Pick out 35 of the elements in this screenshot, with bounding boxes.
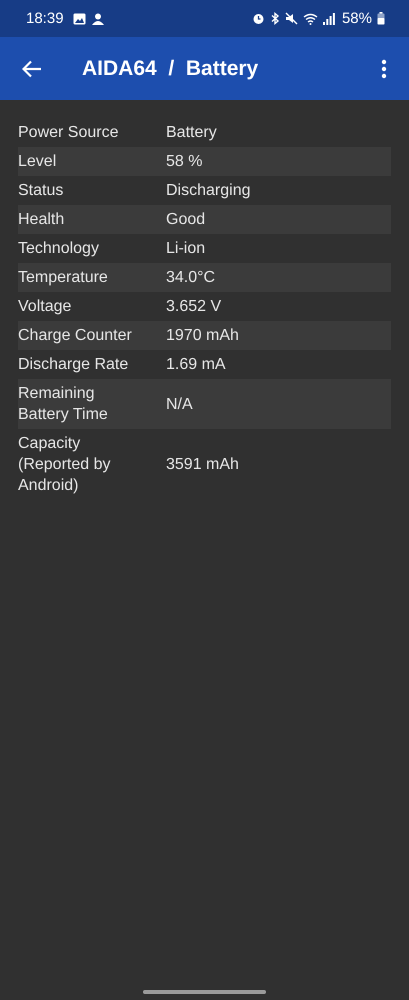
- image-icon: [72, 12, 86, 24]
- more-options-icon[interactable]: [381, 58, 387, 78]
- property-value: 58 %: [166, 152, 204, 172]
- property-value: 1970 mAh: [166, 326, 240, 346]
- property-label: Capacity (Reported by Android): [18, 434, 112, 496]
- property-label: Level: [18, 152, 58, 172]
- property-label: Status: [18, 181, 64, 201]
- battery-icon: [377, 12, 385, 25]
- clock-time: 18:39: [26, 10, 64, 27]
- property-label: Charge Counter: [18, 326, 133, 346]
- property-label: Remaining Battery Time: [18, 384, 109, 425]
- alarm-icon: [252, 12, 265, 25]
- property-value: 1.69 mA: [166, 355, 227, 375]
- bluetooth-icon: [270, 12, 280, 25]
- signal-icon: [322, 12, 335, 24]
- property-value: N/A: [166, 394, 194, 414]
- property-label: Temperature: [18, 268, 109, 288]
- property-label: Health: [18, 210, 66, 230]
- property-value: 3591 mAh: [166, 455, 240, 475]
- property-value: Battery: [166, 123, 218, 143]
- property-value: 34.0°C: [166, 268, 216, 288]
- property-value: Li-ion: [166, 239, 206, 259]
- person-icon: [90, 12, 105, 26]
- mute-icon: [284, 12, 298, 25]
- property-value: Good: [166, 210, 206, 230]
- property-value: 3.652 V: [166, 297, 222, 317]
- battery-percent: 58%: [342, 10, 372, 27]
- property-label: Voltage: [18, 297, 72, 317]
- property-label: Technology: [18, 239, 100, 259]
- property-label: Discharge Rate: [18, 355, 130, 375]
- back-arrow-icon[interactable]: [22, 60, 42, 78]
- property-value: Discharging: [166, 181, 252, 201]
- wifi-icon: [302, 12, 318, 24]
- property-label: Power Source: [18, 123, 120, 143]
- page-title: AIDA64 / Battery: [82, 56, 260, 80]
